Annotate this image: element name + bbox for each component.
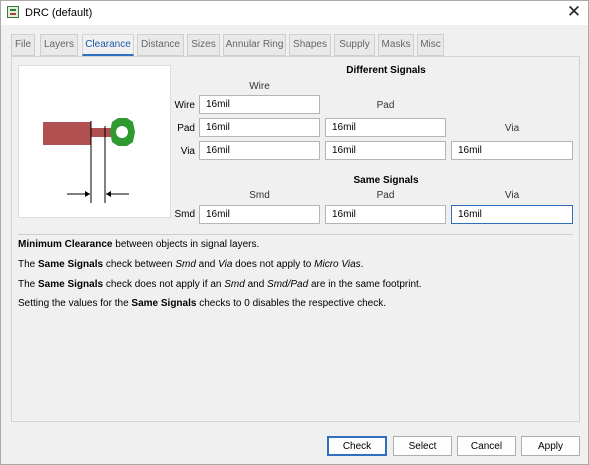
- title-bar: DRC (default) ✕: [1, 1, 588, 25]
- tab-clearance[interactable]: Clearance: [82, 34, 134, 56]
- col-head-via: Via: [504, 123, 520, 134]
- apply-button[interactable]: Apply: [521, 436, 580, 456]
- col-head-pad: Pad: [376, 100, 395, 111]
- smd-via-clearance-input[interactable]: [451, 205, 573, 224]
- info-line-3: The Same Signals check does not apply if…: [18, 279, 422, 290]
- col-head-smd: Smd: [249, 190, 270, 201]
- via-pad-clearance-input[interactable]: [325, 141, 446, 160]
- info-line-4: Setting the values for the Same Signals …: [18, 298, 386, 309]
- row-label-pad: Pad: [177, 123, 195, 134]
- tab-misc[interactable]: Misc: [417, 34, 444, 56]
- window-title: DRC (default): [25, 7, 93, 19]
- section-divider: [18, 234, 573, 235]
- close-icon[interactable]: ✕: [560, 1, 588, 25]
- via-hole-shape: [116, 126, 128, 138]
- cancel-button[interactable]: Cancel: [457, 436, 516, 456]
- wire-wire-clearance-input[interactable]: [199, 95, 320, 114]
- same-signals-title: Same Signals: [353, 175, 419, 186]
- via-wire-clearance-input[interactable]: [199, 141, 320, 160]
- check-button[interactable]: Check: [327, 436, 387, 456]
- tab-sizes[interactable]: Sizes: [187, 34, 220, 56]
- info-line-1: Minimum Clearance between objects in sig…: [18, 239, 260, 250]
- pad-wire-clearance-input[interactable]: [199, 118, 320, 137]
- drc-dialog: DRC (default) ✕ File Layers Clearance Di…: [0, 0, 589, 465]
- smd-smd-clearance-input[interactable]: [199, 205, 320, 224]
- col-head-same-pad: Pad: [376, 190, 395, 201]
- tab-distance[interactable]: Distance: [137, 34, 184, 56]
- clearance-diagram: [18, 65, 171, 218]
- via-via-clearance-input[interactable]: [451, 141, 573, 160]
- wire-shape: [43, 122, 91, 145]
- tab-file[interactable]: File: [11, 34, 35, 56]
- wire-stub-shape: [91, 128, 111, 137]
- tab-annular-ring[interactable]: Annular Ring: [223, 34, 286, 56]
- app-icon: [7, 6, 19, 18]
- col-head-same-via: Via: [504, 190, 520, 201]
- col-head-wire: Wire: [249, 81, 270, 92]
- tab-supply[interactable]: Supply: [334, 34, 375, 56]
- tab-layers[interactable]: Layers: [40, 34, 78, 56]
- select-button[interactable]: Select: [393, 436, 452, 456]
- row-label-smd: Smd: [174, 209, 195, 220]
- tab-masks[interactable]: Masks: [378, 34, 414, 56]
- pad-pad-clearance-input[interactable]: [325, 118, 446, 137]
- tab-shapes[interactable]: Shapes: [289, 34, 331, 56]
- different-signals-title: Different Signals: [346, 65, 426, 76]
- row-label-wire: Wire: [174, 100, 195, 111]
- smd-pad-clearance-input[interactable]: [325, 205, 446, 224]
- info-line-2: The Same Signals check between Smd and V…: [18, 259, 364, 270]
- clearance-illustration: [43, 118, 135, 203]
- row-label-via: Via: [180, 146, 195, 157]
